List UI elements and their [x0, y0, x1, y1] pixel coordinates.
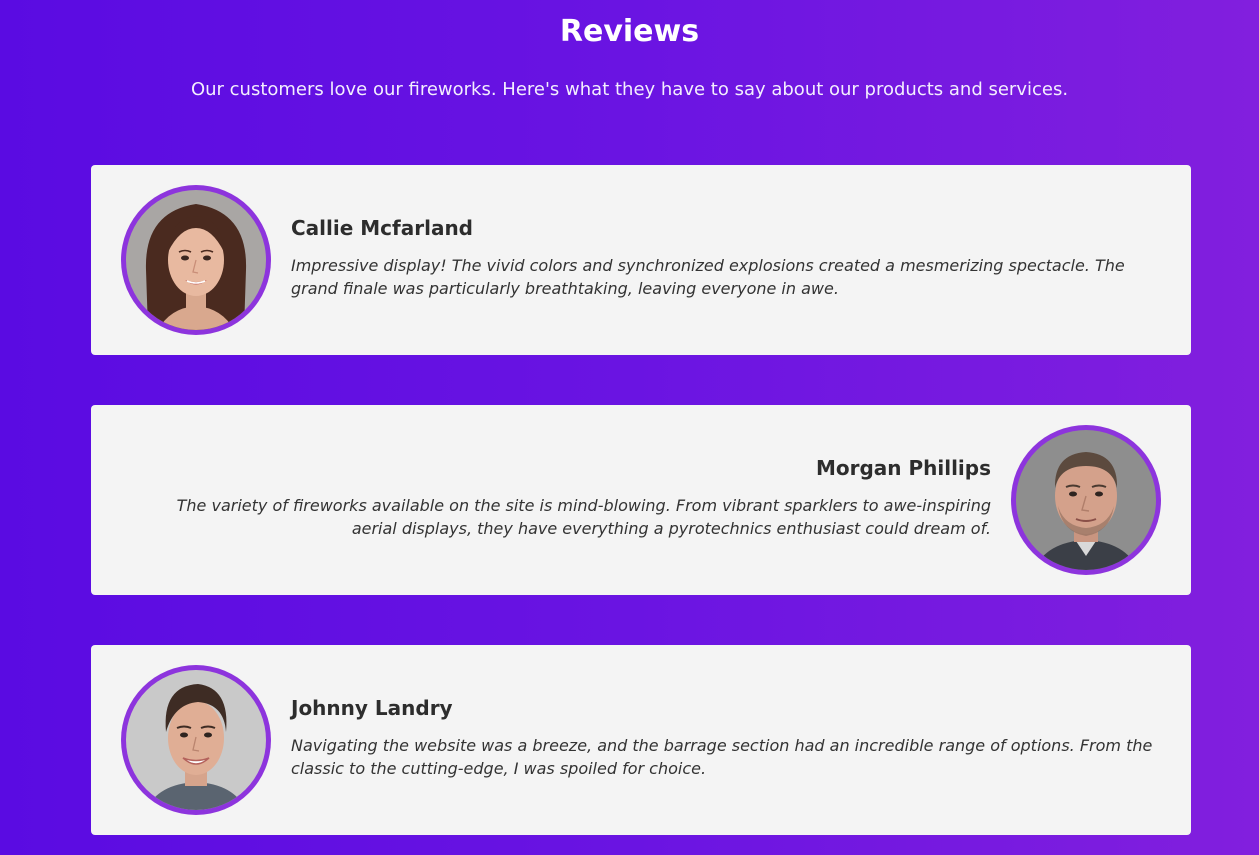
reviewer-name: Morgan Phillips [815, 456, 991, 480]
review-text: Impressive display! The vivid colors and… [291, 256, 1125, 298]
woman-portrait-icon [126, 190, 266, 330]
review-content: Morgan Phillips The variety of fireworks… [176, 455, 991, 540]
reviewer-avatar [1011, 425, 1161, 575]
section-subtitle: Our customers love our fireworks. Here's… [190, 79, 1069, 100]
reviewer-avatar [121, 185, 271, 335]
reviewer-avatar [121, 665, 271, 815]
review-card: Johnny Landry Navigating the website was… [91, 645, 1191, 835]
man-portrait-icon [1016, 430, 1156, 570]
review-text: Navigating the website was a breeze, and… [291, 736, 1153, 778]
review-card: Morgan Phillips The variety of fireworks… [91, 405, 1191, 595]
review-content: Johnny Landry Navigating the website was… [291, 695, 1161, 780]
reviewer-name: Johnny Landry [291, 696, 453, 720]
man-portrait-icon [126, 670, 266, 810]
reviewer-name: Callie Mcfarland [291, 216, 473, 240]
review-card: Callie Mcfarland Impressive display! The… [91, 165, 1191, 355]
review-text: The variety of fireworks available on th… [176, 496, 991, 538]
review-content: Callie Mcfarland Impressive display! The… [291, 215, 1161, 300]
section-title: Reviews [559, 14, 700, 49]
